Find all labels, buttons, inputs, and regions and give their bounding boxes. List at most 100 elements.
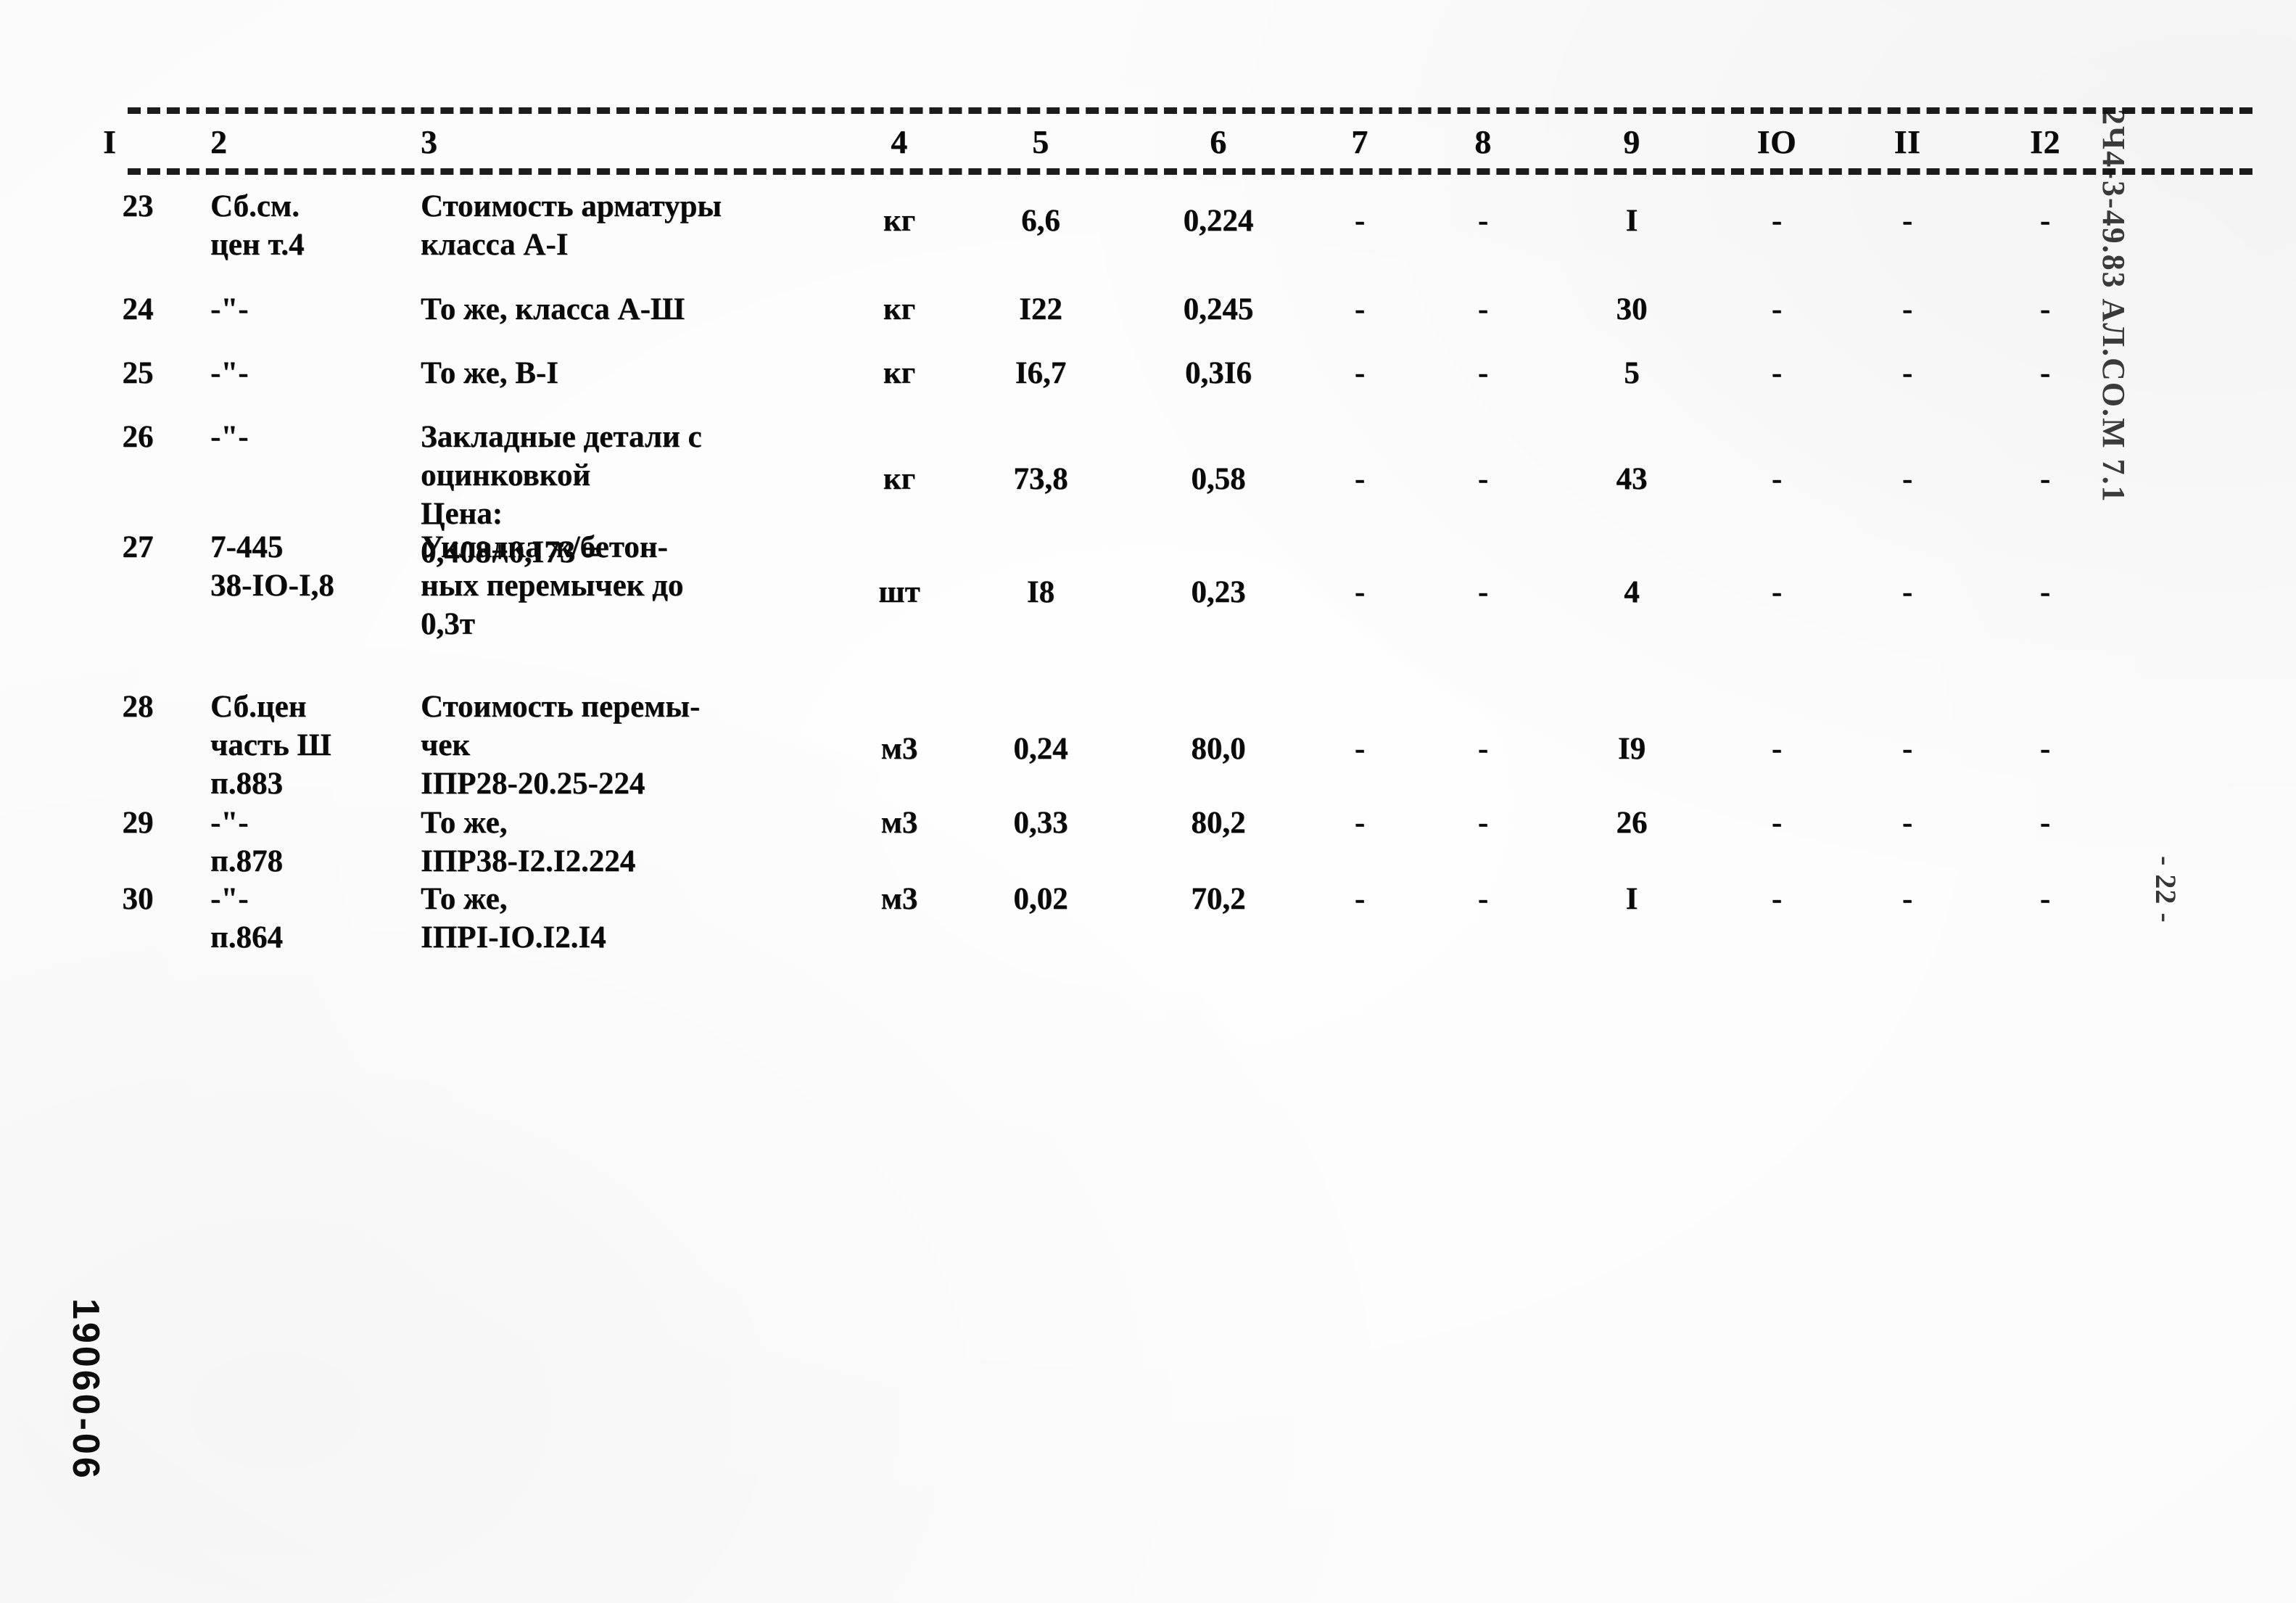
cell-c9: 26 bbox=[1616, 806, 1648, 840]
cell-c9: 5 bbox=[1624, 356, 1640, 390]
cell-c1: 27 bbox=[122, 530, 154, 564]
cell-c7: - bbox=[1354, 204, 1366, 238]
cell-c2: -"- bbox=[210, 292, 249, 326]
cell-c4: шт bbox=[878, 575, 920, 609]
table-row: 27 7-445 38-IO-I,8 Укладка ж/бетон- ных пе… bbox=[0, 528, 2296, 641]
cell-c9: 4 bbox=[1624, 575, 1640, 609]
column-header-c4: 4 bbox=[891, 123, 908, 160]
cell-c8: - bbox=[1477, 732, 1489, 766]
column-header-c12: I2 bbox=[2030, 123, 2060, 160]
cell-c11: - bbox=[1901, 292, 1913, 326]
cell-c7: - bbox=[1354, 732, 1366, 766]
cell-c12: - bbox=[2039, 356, 2051, 390]
cell-c4: м3 bbox=[880, 882, 918, 916]
cell-c6: 0,224 bbox=[1183, 204, 1254, 238]
cell-c4: кг bbox=[883, 356, 916, 390]
cell-c11: - bbox=[1901, 575, 1913, 609]
cell-c5: 0,33 bbox=[1013, 806, 1068, 840]
cell-c5: 73,8 bbox=[1013, 462, 1068, 496]
cell-c6: 80,0 bbox=[1191, 732, 1246, 766]
cell-c4: м3 bbox=[880, 806, 918, 840]
cell-c6: 0,58 bbox=[1191, 462, 1246, 496]
cell-c7: - bbox=[1354, 882, 1366, 916]
cell-c11: - bbox=[1901, 882, 1913, 916]
cell-c2: -"- п.878 bbox=[210, 806, 284, 878]
header-rule-top bbox=[128, 107, 2252, 114]
cell-c1: 28 bbox=[122, 690, 154, 724]
cell-c3: Стоимость перемы- чек IПР28-20.25-224 bbox=[421, 690, 701, 801]
cell-c11: - bbox=[1901, 732, 1913, 766]
table-row: 29 -"- п.878 То же, IПР38-I2.I2.224 м3 0,33 8… bbox=[0, 804, 2296, 891]
cell-c8: - bbox=[1477, 882, 1489, 916]
cell-c1: 23 bbox=[122, 189, 154, 223]
right-margin-stamp: 2Ч4-3-49.83 АЛ.СО.М 7.1 bbox=[2096, 109, 2131, 503]
cell-c2: Сб.цен часть Ш п.883 bbox=[210, 690, 331, 801]
cell-c10: - bbox=[1771, 292, 1783, 326]
cell-c10: - bbox=[1771, 462, 1783, 496]
column-header-c8: 8 bbox=[1474, 123, 1492, 160]
cell-c10: - bbox=[1771, 882, 1783, 916]
cell-c4: кг bbox=[883, 204, 916, 238]
cell-c9: I bbox=[1625, 204, 1638, 238]
cell-c6: 0,23 bbox=[1191, 575, 1246, 609]
table-row: 30 -"- п.864 То же, IПРI-IO.I2.I4 м3 0,02 70,… bbox=[0, 880, 2296, 967]
cell-c2: Сб.см. цен т.4 bbox=[210, 189, 305, 262]
cell-c8: - bbox=[1477, 575, 1489, 609]
cell-c5: 0,02 bbox=[1013, 882, 1068, 916]
cell-c11: - bbox=[1901, 356, 1913, 390]
cell-c3: То же, IПРI-IO.I2.I4 bbox=[421, 882, 606, 955]
table-column-header-row: I 2 3 4 5 6 7 8 9 IO II I2 bbox=[0, 122, 2296, 167]
cell-c5: I8 bbox=[1026, 575, 1055, 609]
cell-c10: - bbox=[1771, 575, 1783, 609]
cell-c12: - bbox=[2039, 882, 2051, 916]
cell-c11: - bbox=[1901, 462, 1913, 496]
column-header-c1: I bbox=[103, 123, 117, 160]
cell-c4: кг bbox=[883, 462, 916, 496]
cell-c3: Стоимость арматуры класса А-I bbox=[421, 189, 722, 262]
table-row: 28 Сб.цен часть Ш п.883 Стоимость перемы- … bbox=[0, 688, 2296, 801]
cell-c9: 43 bbox=[1616, 462, 1648, 496]
cell-c6: 0,245 bbox=[1183, 292, 1254, 326]
cell-c1: 25 bbox=[122, 356, 154, 390]
cell-c2: -"- bbox=[210, 356, 249, 390]
cell-c9: I bbox=[1625, 882, 1638, 916]
archive-code: 19060-06 bbox=[65, 1298, 107, 1481]
cell-c7: - bbox=[1354, 806, 1366, 840]
header-rule-bottom bbox=[128, 168, 2252, 175]
cell-c1: 29 bbox=[122, 806, 154, 840]
cell-c6: 70,2 bbox=[1191, 882, 1246, 916]
column-header-c3: 3 bbox=[421, 123, 438, 160]
table-row: 23 Сб.см. цен т.4 Стоимость арматуры класс… bbox=[0, 187, 2296, 274]
cell-c8: - bbox=[1477, 292, 1489, 326]
column-header-c6: 6 bbox=[1210, 123, 1227, 160]
column-header-c11: II bbox=[1894, 123, 1921, 160]
cell-c8: - bbox=[1477, 462, 1489, 496]
cell-c7: - bbox=[1354, 292, 1366, 326]
cell-c4: кг bbox=[883, 292, 916, 326]
cell-c8: - bbox=[1477, 204, 1489, 238]
cell-c2: -"- п.864 bbox=[210, 882, 284, 955]
cell-c12: - bbox=[2039, 806, 2051, 840]
table-row: 26 -"- Закладные детали с оцинковкой Цена:… bbox=[0, 418, 2296, 569]
cell-c7: - bbox=[1354, 462, 1366, 496]
cell-c11: - bbox=[1901, 806, 1913, 840]
cell-c3: Укладка ж/бетон- ных перемычек до 0,3т bbox=[421, 530, 684, 641]
cell-c5: I22 bbox=[1019, 292, 1062, 326]
cell-c1: 24 bbox=[122, 292, 154, 326]
column-header-c5: 5 bbox=[1032, 123, 1049, 160]
cell-c10: - bbox=[1771, 356, 1783, 390]
cell-c8: - bbox=[1477, 806, 1489, 840]
cell-c1: 30 bbox=[122, 882, 154, 916]
cell-c10: - bbox=[1771, 732, 1783, 766]
cell-c12: - bbox=[2039, 292, 2051, 326]
cell-c3: То же, В-I bbox=[421, 356, 558, 390]
column-header-c2: 2 bbox=[210, 123, 228, 160]
cell-c1: 26 bbox=[122, 420, 154, 454]
cell-c5: I6,7 bbox=[1015, 356, 1067, 390]
cell-c2: 7-445 38-IO-I,8 bbox=[210, 530, 334, 603]
cell-c12: - bbox=[2039, 732, 2051, 766]
cell-c12: - bbox=[2039, 462, 2051, 496]
page-number-marker: - 22 - bbox=[2150, 856, 2182, 923]
cell-c11: - bbox=[1901, 204, 1913, 238]
cell-c5: 6,6 bbox=[1021, 204, 1060, 238]
